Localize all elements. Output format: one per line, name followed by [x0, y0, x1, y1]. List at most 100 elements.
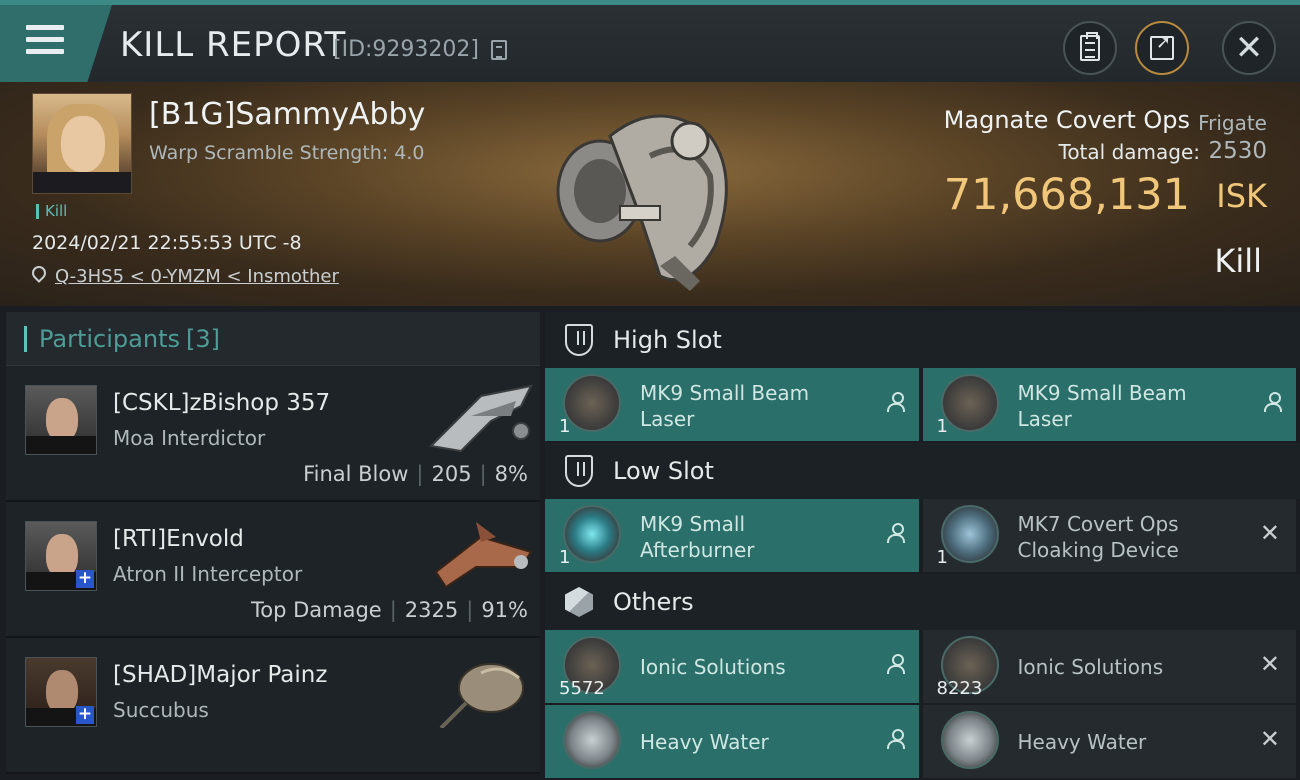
kill-timestamp: 2024/02/21 22:55:53 UTC -8 — [32, 232, 302, 254]
module-quantity: 5572 — [559, 678, 605, 699]
header-bar: KILL REPORT [ID:9293202] ✕ — [0, 0, 1300, 82]
menu-button[interactable] — [0, 5, 112, 82]
isk-value: 71,668,131 — [943, 170, 1190, 220]
clipboard-button[interactable] — [1063, 21, 1117, 75]
location-pin-icon — [29, 263, 49, 283]
total-damage-label: Total damage: — [1058, 140, 1201, 164]
module-item[interactable]: 5572 Ionic Solutions — [545, 630, 919, 703]
participant-avatar[interactable]: + — [25, 521, 97, 591]
destroyed-x-icon: ✕ — [1259, 725, 1280, 753]
participants-label: Participants — [39, 324, 180, 353]
module-name: Heavy Water — [1017, 730, 1147, 754]
beam-laser-icon — [940, 374, 999, 432]
heavy-water-icon — [563, 711, 621, 769]
participant-percent: 8% — [494, 462, 528, 486]
module-item[interactable]: Heavy Water ✕ — [922, 705, 1296, 778]
high-slot-header: High Slot — [545, 312, 1300, 368]
participant-ship: Succubus — [113, 698, 209, 722]
participant-avatar[interactable]: + — [25, 657, 97, 727]
participant-role: Top Damage — [250, 598, 382, 622]
low-slot-header: Low Slot — [545, 443, 1300, 499]
module-name: Heavy Water — [640, 730, 769, 754]
victim-banner: [B1G]SammyAbby Warp Scramble Strength: 4… — [0, 82, 1300, 306]
participant-name: [RTI]Envold — [113, 526, 244, 552]
participant-ship-image — [428, 384, 533, 453]
participant-row[interactable]: [CSKL]zBishop 357 Moa Interdictor Final … — [6, 366, 540, 502]
module-name: MK9 Small Beam Laser — [640, 381, 810, 431]
close-icon: ✕ — [1234, 28, 1264, 68]
low-slot-label: Low Slot — [613, 457, 714, 485]
high-slot-icon — [565, 324, 593, 356]
module-quantity: 8223 — [936, 678, 983, 699]
module-item[interactable]: 8223 Ionic Solutions ✕ — [922, 630, 1296, 703]
clipboard-icon — [1080, 32, 1100, 61]
module-quantity: 1 — [559, 416, 571, 437]
module-item[interactable]: 1 MK7 Covert Ops Cloaking Device ✕ — [922, 499, 1296, 572]
result-label: Kill — [1214, 242, 1262, 280]
participant-role: Final Blow — [303, 462, 409, 486]
participant-stats: Top Damage | 2325 | 91% — [250, 598, 528, 622]
hamburger-menu-icon — [26, 25, 64, 59]
warp-scramble-strength: Warp Scramble Strength: 4.0 — [149, 142, 425, 164]
victim-ship-image[interactable] — [540, 96, 750, 296]
module-name: MK9 Small Beam Laser — [1017, 381, 1187, 431]
heavy-water-icon — [940, 711, 999, 769]
module-name: Ionic Solutions — [1017, 655, 1164, 679]
person-icon — [1264, 392, 1282, 412]
participant-percent: 91% — [481, 598, 528, 622]
total-damage-value: 2530 — [1208, 138, 1267, 164]
others-header: Others — [545, 574, 1300, 630]
cargo-box-icon — [565, 587, 593, 617]
participant-stats: Final Blow | 205 | 8% — [303, 462, 528, 486]
module-quantity: 1 — [936, 547, 948, 568]
participants-header[interactable]: Participants [3] — [6, 312, 540, 366]
isk-label: ISK — [1216, 177, 1267, 215]
person-icon — [886, 523, 905, 543]
module-quantity: 1 — [559, 547, 571, 568]
module-item[interactable]: 1 MK9 Small Afterburner — [545, 499, 919, 572]
participant-ship-image — [439, 663, 524, 728]
participant-damage: 205 — [431, 462, 472, 486]
add-contact-icon[interactable]: + — [76, 570, 94, 588]
participant-avatar[interactable] — [25, 385, 97, 455]
kill-tag: Kill — [36, 204, 67, 219]
module-quantity: 1 — [936, 416, 948, 437]
participant-name: [SHAD]Major Painz — [113, 662, 328, 688]
participant-row[interactable]: + [RTI]Envold Atron II Interceptor Top D… — [6, 502, 540, 638]
participant-row[interactable]: + [SHAD]Major Painz Succubus — [6, 638, 540, 774]
module-name: Ionic Solutions — [640, 655, 786, 679]
high-slot-label: High Slot — [613, 326, 722, 354]
report-id: [ID:9293202] — [333, 37, 479, 62]
module-item[interactable]: 1 MK9 Small Beam Laser — [922, 368, 1296, 441]
victim-ship-class: Frigate — [1198, 111, 1267, 135]
others-label: Others — [613, 588, 694, 616]
afterburner-icon — [563, 505, 621, 563]
person-icon — [886, 392, 905, 412]
close-button[interactable]: ✕ — [1222, 21, 1276, 75]
victim-name[interactable]: [B1G]SammyAbby — [149, 97, 425, 132]
participant-damage: 2325 — [404, 598, 459, 622]
victim-ship-name: Magnate Covert Ops — [943, 106, 1190, 134]
destroyed-x-icon: ✕ — [1259, 650, 1280, 678]
cloaking-device-icon — [940, 505, 999, 563]
module-name: MK9 Small Afterburner — [640, 512, 755, 562]
participant-ship: Atron II Interceptor — [113, 562, 303, 586]
low-slot-icon — [565, 455, 593, 487]
kill-location-link[interactable]: Q-3HS5 < 0-YMZM < Insmother — [55, 266, 339, 287]
add-contact-icon[interactable]: + — [76, 706, 94, 724]
participant-ship: Moa Interdictor — [113, 426, 266, 450]
beam-laser-icon — [563, 374, 621, 432]
share-button[interactable] — [1135, 21, 1189, 75]
victim-portrait[interactable] — [32, 93, 132, 194]
fittings-panel: High Slot 1 MK9 Small Beam Laser 1 MK9 S… — [545, 312, 1300, 778]
person-icon — [886, 729, 905, 749]
participant-ship-image — [434, 522, 533, 589]
participants-panel: Participants [3] [CSKL]zBishop 357 Moa I… — [6, 312, 540, 774]
copy-id-icon[interactable] — [491, 40, 507, 60]
page-title: KILL REPORT — [120, 25, 347, 65]
person-icon — [886, 654, 905, 674]
module-item[interactable]: Heavy Water — [545, 705, 919, 778]
participants-count: [3] — [185, 324, 220, 353]
module-name: MK7 Covert Ops Cloaking Device — [1017, 512, 1179, 562]
module-item[interactable]: 1 MK9 Small Beam Laser — [545, 368, 919, 441]
